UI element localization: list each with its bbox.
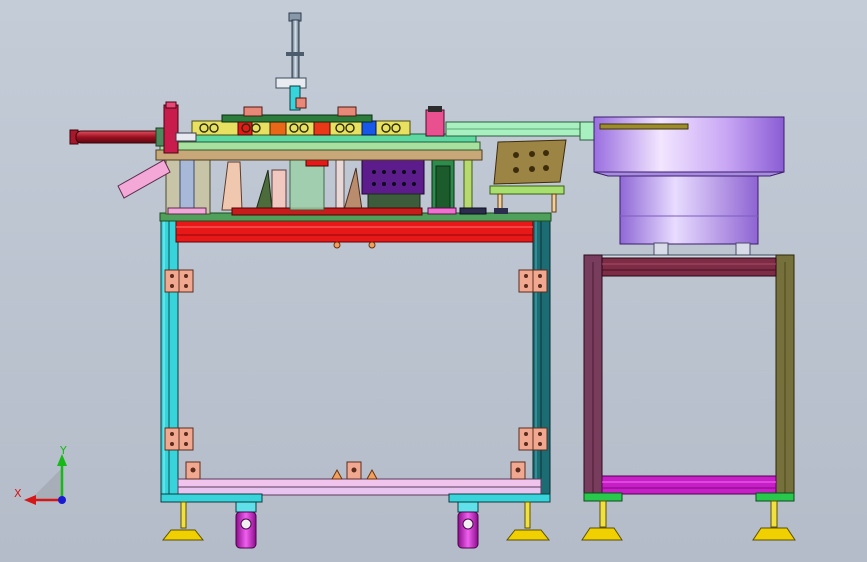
bowl-stand[interactable]	[581, 254, 796, 541]
hinge-lower-right	[518, 427, 548, 451]
main-frame[interactable]	[159, 212, 552, 549]
purple-die-block[interactable]	[361, 159, 425, 211]
bottom-rail-upper[interactable]	[177, 478, 542, 488]
x-axis-label: X	[14, 487, 22, 500]
hinge-lower-left	[164, 427, 194, 451]
stand-foot-right	[752, 500, 796, 541]
top-red-beam[interactable]	[175, 220, 534, 243]
z-axis-dot	[58, 496, 66, 504]
caster-wheel-left	[235, 501, 257, 549]
axis-triad: Y X	[14, 444, 67, 505]
leveling-foot-right	[505, 501, 551, 541]
vibratory-bowl-feeder[interactable]	[593, 116, 785, 256]
rail-bracket-right	[510, 461, 526, 480]
bowl-base[interactable]	[619, 175, 759, 245]
discharge-chute[interactable]	[117, 159, 171, 199]
y-axis-label: Y	[59, 444, 67, 457]
caster-wheel-right	[457, 501, 479, 549]
bearing-rail[interactable]	[191, 120, 411, 136]
rail-bracket-left	[185, 461, 201, 480]
top-mechanism[interactable]	[69, 12, 595, 216]
leveling-foot-left	[161, 501, 205, 541]
push-rod-cylinder[interactable]	[69, 101, 197, 154]
rail-bracket-center	[331, 461, 378, 480]
stand-foot-left	[581, 500, 623, 541]
vertical-air-cylinder[interactable]	[275, 12, 307, 111]
cad-viewport[interactable]: Y X	[0, 0, 867, 562]
hinge-upper-left	[164, 269, 194, 293]
deck-plate[interactable]	[155, 149, 483, 161]
hinge-upper-right	[518, 269, 548, 293]
track-feeder-block[interactable]	[489, 139, 567, 214]
